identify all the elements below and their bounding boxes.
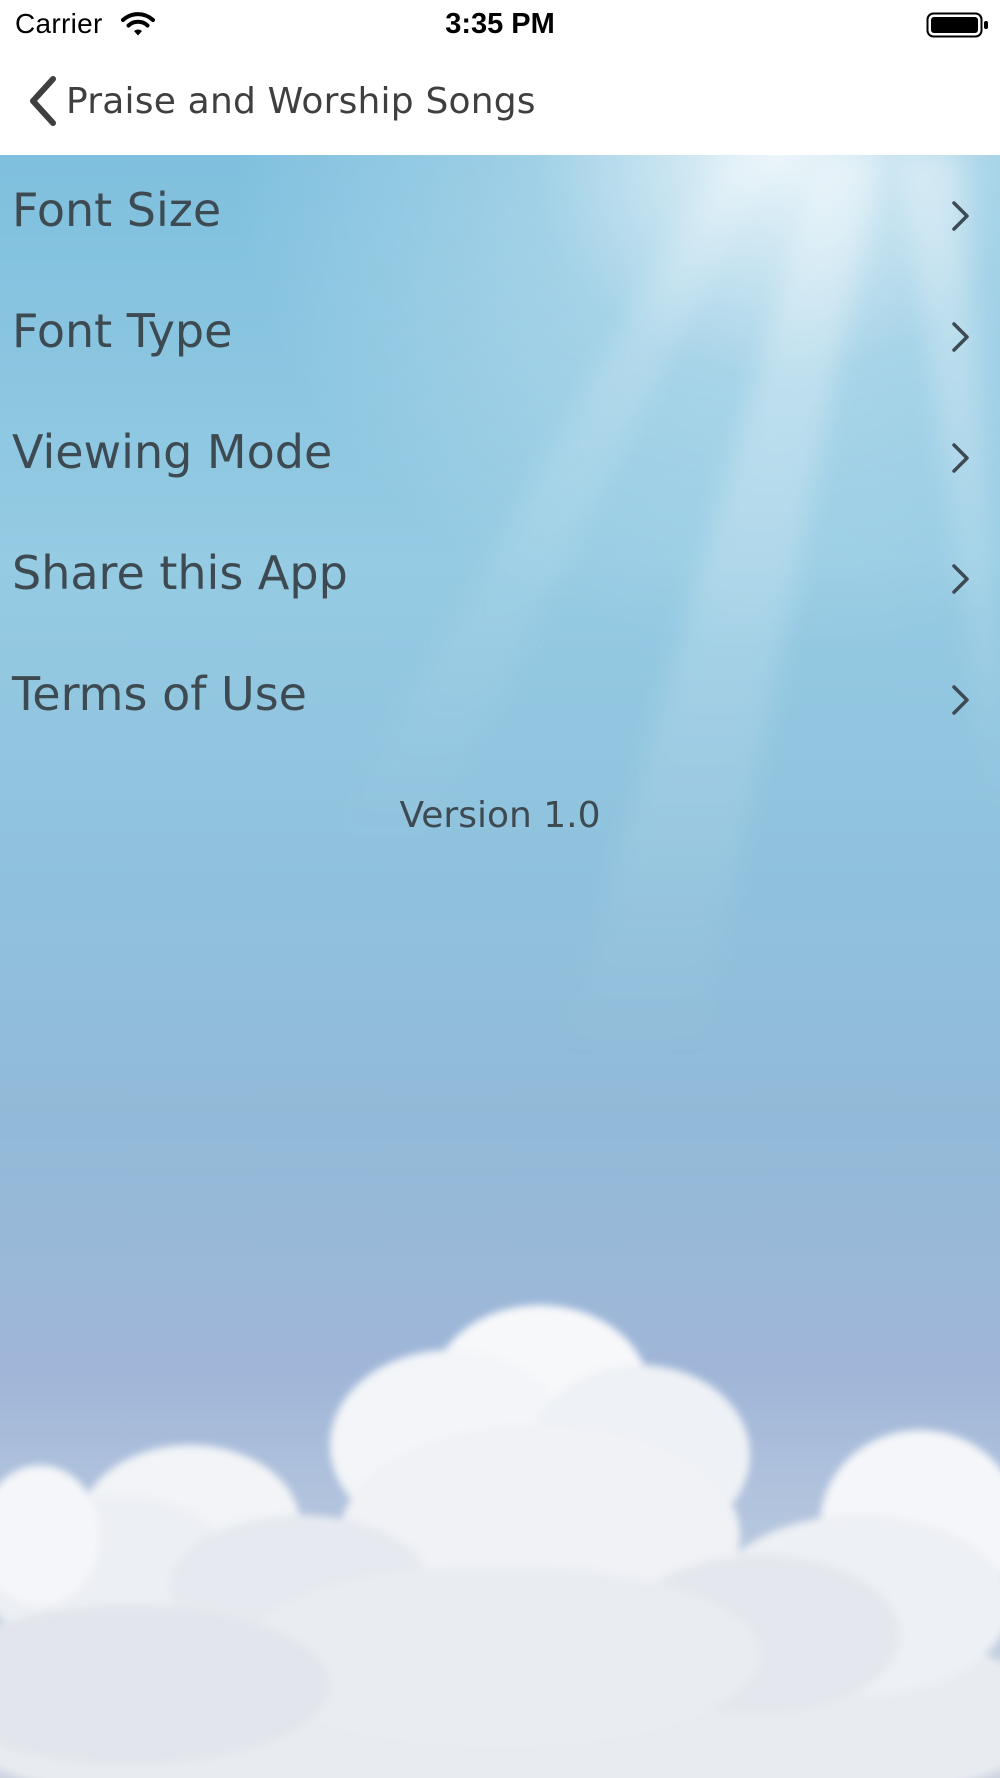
menu-item-terms-of-use[interactable]: Terms of Use: [0, 639, 1000, 760]
chevron-right-icon: [952, 685, 969, 715]
back-button-label: Praise and Worship Songs: [66, 80, 536, 122]
version-label: Version 1.0: [399, 795, 601, 836]
menu-item-label: Font Size: [12, 183, 222, 237]
menu-item-font-size[interactable]: Font Size: [0, 155, 1000, 276]
menu-item-label: Share this App: [12, 546, 348, 600]
menu-item-label: Terms of Use: [12, 667, 307, 721]
navigation-bar: Praise and Worship Songs: [0, 50, 1000, 155]
settings-screen: Carrier 3:35 PM Praise and Worship Songs: [0, 0, 1000, 1778]
menu-item-font-type[interactable]: Font Type: [0, 276, 1000, 397]
menu-item-label: Font Type: [12, 304, 233, 358]
menu-item-viewing-mode[interactable]: Viewing Mode: [0, 397, 1000, 518]
status-bar: Carrier 3:35 PM: [0, 0, 1000, 50]
chevron-right-icon: [952, 564, 969, 594]
settings-menu: Font Size Font Type Viewing Mode Share t…: [0, 155, 1000, 760]
menu-item-share-app[interactable]: Share this App: [0, 518, 1000, 639]
menu-item-label: Viewing Mode: [12, 425, 333, 479]
battery-full-icon: [926, 12, 988, 38]
chevron-right-icon: [952, 322, 969, 352]
settings-content[interactable]: Font Size Font Type Viewing Mode Share t…: [0, 155, 1000, 1778]
chevron-right-icon: [952, 443, 969, 473]
status-time: 3:35 PM: [445, 8, 555, 40]
chevron-right-icon: [952, 201, 969, 231]
back-button[interactable]: Praise and Worship Songs: [26, 70, 536, 132]
chevron-left-icon: [30, 76, 56, 126]
